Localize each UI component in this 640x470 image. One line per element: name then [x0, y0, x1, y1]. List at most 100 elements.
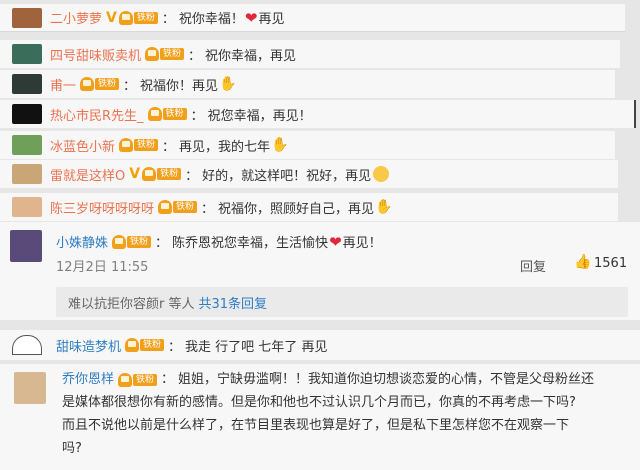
comment-item: 甫一 铁粉 ： 祝福你！再见 ✋ — [0, 70, 615, 98]
comment-item: 乔你恩样 铁粉 ： 姐姐，宁缺毋滥啊！！我知道你迫切想谈恋爱的心情，不管是父母粉… — [0, 364, 640, 470]
fan-badge: 铁粉 — [142, 167, 182, 181]
long-comment-line-3: 而且不说他以前是什么样了，在节目里表现也算是好了，但是私下里怎样您不在观察一下 — [62, 418, 570, 433]
featured-comment: 小姝静姝 铁粉 ： 陈乔恩祝您幸福，生活愉快 ❤ 再见！ 12月2日 11:55… — [0, 222, 640, 320]
comment-item: 热心市民R先生_ 铁粉 ： 祝您幸福，再见！ — [0, 100, 636, 128]
fan-badge-label: 铁粉 — [134, 139, 159, 151]
long-comment-line-2: 是媒体都很想你有新的感情。但是你和他也不过认识几个月而已，你真的不再考虑一下吗? — [62, 395, 576, 410]
long-comment-body: 乔你恩样 铁粉 ： 姐姐，宁缺毋滥啊！！我知道你迫切想谈恋爱的心情，不管是父母粉… — [62, 368, 634, 460]
commenter-name[interactable]: 热心市民R先生_ — [50, 105, 144, 124]
wave-hand-icon: ✋ — [219, 76, 237, 92]
fan-badge-label: 铁粉 — [173, 201, 198, 213]
separator-colon: ： — [188, 48, 202, 64]
reply-button[interactable]: 回复 — [520, 256, 546, 275]
comment-text: 祝你幸福，再见 — [205, 48, 297, 64]
fan-badge: 铁粉 — [112, 234, 152, 249]
comment-text: 好的，就这样吧！祝好，再见 — [202, 168, 372, 184]
commenter-name[interactable]: 小姝静姝 — [56, 232, 108, 251]
replies-summary[interactable]: 难以抗拒你容颜r 等人 共31条回复 — [56, 287, 628, 317]
avatar[interactable] — [14, 372, 46, 404]
avatar[interactable] — [12, 7, 42, 28]
long-comment-line-4: 吗? — [62, 441, 82, 456]
commenter-name[interactable]: 四号甜味贩卖机 — [50, 45, 141, 64]
avatar[interactable] — [12, 335, 42, 355]
crown-icon — [119, 138, 134, 152]
avatar[interactable] — [12, 104, 42, 124]
crown-icon — [145, 47, 160, 61]
heart-icon: ❤ — [244, 8, 258, 27]
crown-icon — [158, 200, 173, 214]
comment-text-trail: 再见 — [258, 12, 285, 27]
crown-icon — [125, 338, 140, 352]
comment-item: 冰蓝色小新 铁粉 ： 再见，我的七年 ✋ — [0, 131, 615, 159]
crown-icon — [147, 107, 162, 121]
fan-badge: 铁粉 — [80, 77, 120, 91]
commenter-name[interactable]: 陈三岁呀呀呀呀呀 — [50, 198, 154, 217]
avatar[interactable] — [12, 197, 42, 217]
view-all-replies-link[interactable]: 共31条回复 — [198, 293, 267, 312]
fan-badge: 铁粉 — [118, 372, 158, 387]
wave-hand-icon: ✋ — [375, 199, 393, 215]
fan-badge-label: 铁粉 — [127, 235, 152, 248]
separator-colon: ： — [123, 78, 137, 94]
comment-text: 祝你幸福！ — [178, 12, 244, 27]
crown-icon — [118, 10, 133, 25]
crown-icon — [112, 234, 127, 249]
fan-badge: 铁粉 — [118, 10, 158, 25]
commenter-name[interactable]: 雷就是这样O — [50, 165, 125, 184]
comment-timestamp: 12月2日 11:55 — [56, 260, 149, 275]
commenter-name[interactable]: 二小萝萝 — [50, 8, 102, 27]
comment-text: 祝福你！再见 — [140, 78, 219, 94]
fan-badge: 铁粉 — [147, 107, 187, 121]
avatar[interactable] — [12, 135, 42, 155]
long-comment-line-1: 乔你恩样 铁粉 ： 姐姐，宁缺毋滥啊！！我知道你迫切想谈恋爱的心情，不管是父母粉… — [62, 368, 634, 391]
comment-item: 四号甜味贩卖机 铁粉 ： 祝你幸福，再见 — [0, 40, 620, 68]
fan-badge: 铁粉 — [125, 338, 165, 352]
verified-icon: V — [106, 9, 117, 26]
separator-colon: ： — [155, 236, 169, 251]
fan-badge-label: 铁粉 — [160, 48, 185, 60]
comment-text: 姐姐，宁缺毋滥啊！！我知道你迫切想谈恋爱的心情，不管是父母粉丝还 — [178, 372, 595, 387]
comment-item: 陈三岁呀呀呀呀呀 铁粉 ： 祝福你，照顾好自己，再见 ✋ — [0, 193, 618, 221]
separator-colon: ： — [168, 339, 182, 355]
fan-badge-label: 铁粉 — [133, 11, 158, 24]
avatar[interactable] — [12, 74, 42, 94]
separator-colon: ： — [161, 12, 175, 27]
fan-badge-label: 铁粉 — [157, 168, 182, 180]
comment-text: 祝福你，照顾好自己，再见 — [218, 201, 375, 217]
avatar[interactable] — [12, 164, 42, 184]
separator-colon: ： — [201, 201, 215, 217]
separator-colon: ： — [162, 139, 176, 155]
fan-badge: 铁粉 — [119, 138, 159, 152]
comment-text: 再见，我的七年 — [179, 139, 271, 155]
thumbs-up-icon[interactable]: 👍 — [574, 254, 591, 270]
commenter-name[interactable]: 甫一 — [50, 75, 76, 94]
fan-badge-label: 铁粉 — [140, 339, 165, 351]
featured-comment-line: 小姝静姝 铁粉 ： 陈乔恩祝您幸福，生活愉快 ❤ 再见！ — [56, 232, 382, 252]
commenter-name[interactable]: 冰蓝色小新 — [50, 136, 115, 155]
comment-feed: 二小萝萝 V 铁粉 ： 祝你幸福！ ❤ 再见 四号甜味贩卖机 铁粉 ： 祝你幸福… — [0, 0, 640, 470]
crown-icon — [142, 167, 157, 181]
verified-icon: V — [129, 166, 141, 182]
avatar[interactable] — [12, 44, 42, 64]
replies-prefix: 难以抗拒你容颜r 等人 — [68, 296, 195, 312]
fan-badge: 铁粉 — [145, 47, 185, 61]
comment-item: 二小萝萝 V 铁粉 ： 祝你幸福！ ❤ 再见 — [0, 4, 625, 32]
heart-icon: ❤ — [329, 232, 342, 251]
wave-hand-icon: ✋ — [271, 137, 289, 153]
fan-badge-label: 铁粉 — [162, 108, 187, 120]
separator-colon: ： — [161, 372, 175, 387]
separator-colon: ： — [185, 168, 199, 184]
comment-text: 陈乔恩祝您幸福，生活愉快 — [172, 236, 329, 251]
comment-text-trail: 再见！ — [342, 236, 382, 251]
crown-icon — [118, 372, 133, 387]
comment-item: 雷就是这样O V 铁粉 ： 好的，就这样吧！祝好，再见 — [0, 160, 618, 188]
commenter-name[interactable]: 乔你恩样 — [62, 368, 114, 391]
commenter-name[interactable]: 甜味造梦机 — [56, 336, 121, 355]
smile-emoji-icon — [373, 166, 390, 182]
crown-icon — [80, 77, 95, 91]
fan-badge: 铁粉 — [158, 200, 198, 214]
comment-text: 祝您幸福，再见！ — [207, 108, 312, 124]
like-count: 1561 — [594, 256, 628, 271]
avatar[interactable] — [10, 230, 42, 262]
comment-item: 甜味造梦机 铁粉 ： 我走 行了吧 七年了 再见 — [0, 330, 640, 360]
